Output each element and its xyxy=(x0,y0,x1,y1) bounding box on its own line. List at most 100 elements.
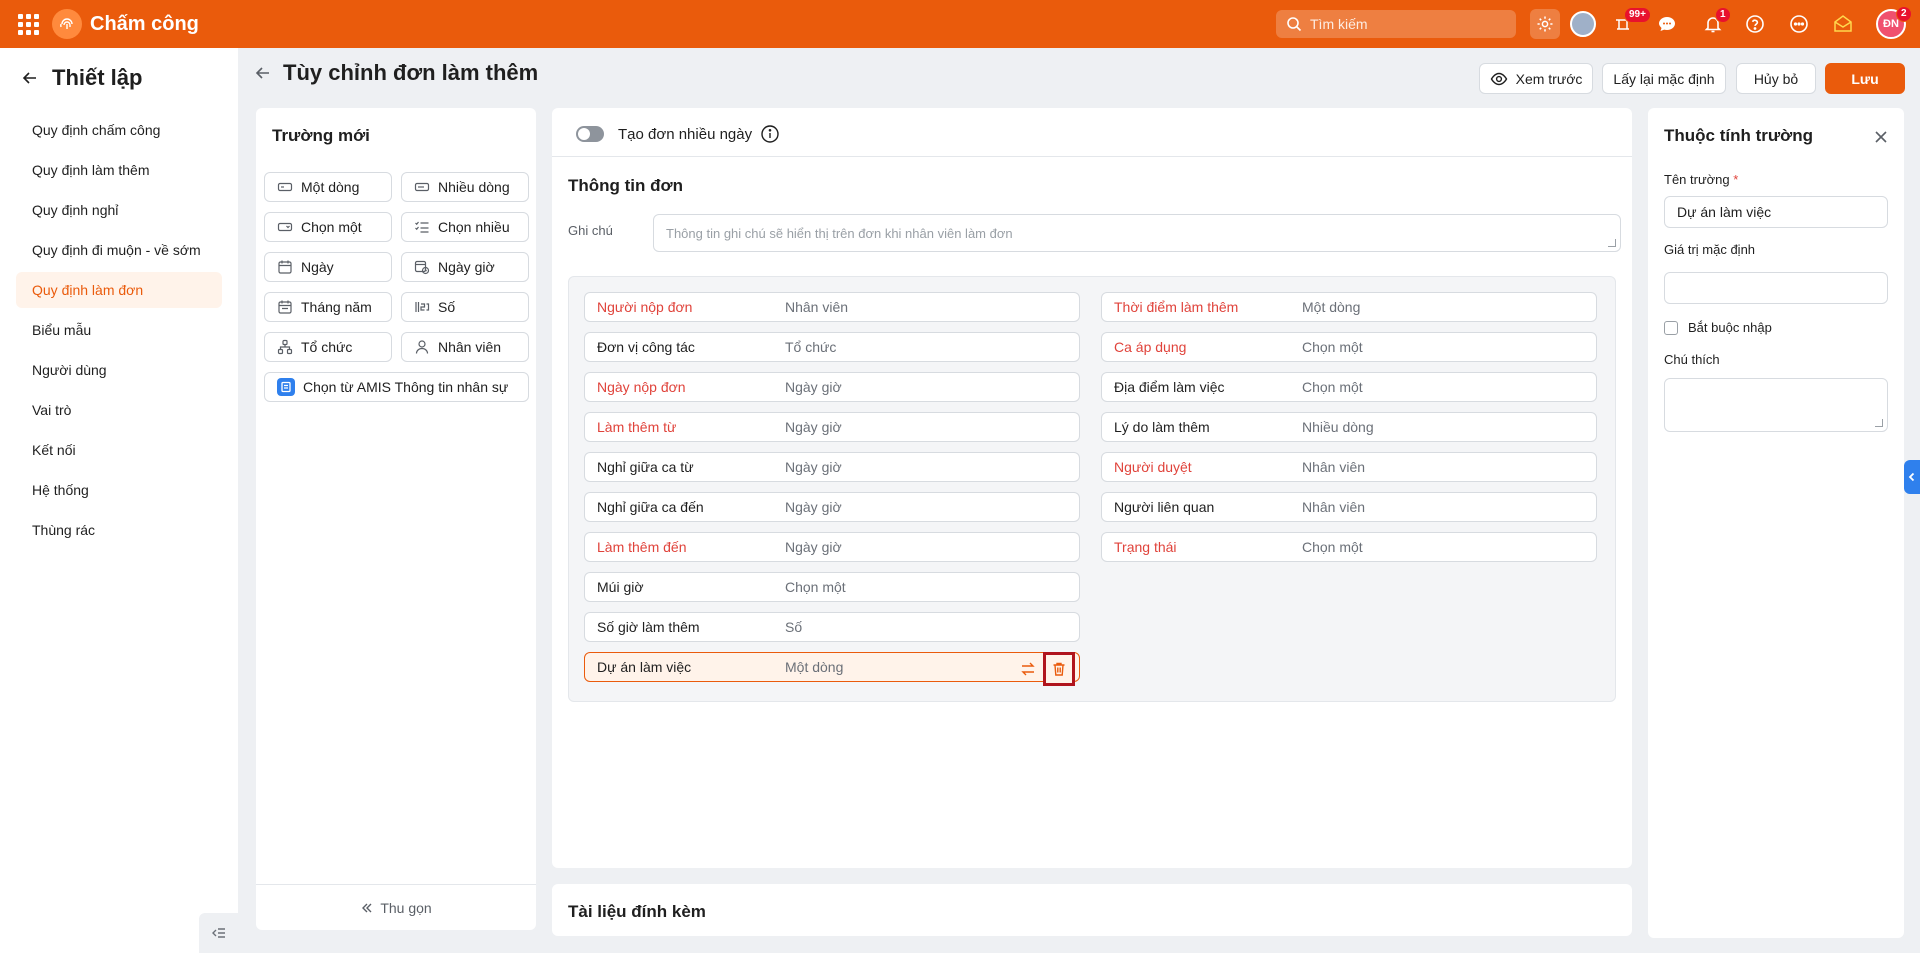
form-field-row[interactable]: Địa điểm làm việc Chọn một xyxy=(1101,372,1597,402)
form-field-row[interactable]: Múi giờ Chọn một xyxy=(584,572,1080,602)
reset-default-button[interactable]: Lấy lại mặc định xyxy=(1602,63,1726,94)
info-icon[interactable] xyxy=(760,124,780,144)
app-title[interactable]: Chấm công xyxy=(90,13,199,36)
cancel-button[interactable]: Hủy bỏ xyxy=(1736,63,1816,94)
sidebar-item[interactable]: Người dùng xyxy=(16,352,222,388)
collapse-sidebar-icon xyxy=(212,928,225,938)
form-field-row[interactable]: Nghỉ giữa ca từ Ngày giờ xyxy=(584,452,1080,482)
sidebar-item[interactable]: Quy định nghỉ xyxy=(16,192,222,228)
new-fields-title: Trường mới xyxy=(272,126,370,145)
field-type-select-one[interactable]: Chọn một xyxy=(264,212,392,242)
search-input[interactable] xyxy=(1310,16,1500,32)
field-type-employee[interactable]: Nhân viên xyxy=(401,332,529,362)
multi-day-row: Tạo đơn nhiều ngày xyxy=(576,124,780,144)
field-type-number[interactable]: Số xyxy=(401,292,529,322)
sidebar-item[interactable]: Quy định làm thêm xyxy=(16,152,222,188)
sidebar-item[interactable]: Vai trò xyxy=(16,392,222,428)
multi-day-label: Tạo đơn nhiều ngày xyxy=(618,125,753,143)
field-type: Ngày giờ xyxy=(785,459,842,475)
apps-grid-icon[interactable] xyxy=(16,12,40,36)
field-name: Làm thêm từ xyxy=(597,419,677,435)
form-field-row[interactable]: Đơn vị công tác Tổ chức xyxy=(584,332,1080,362)
multi-day-toggle[interactable] xyxy=(576,126,604,142)
sidebar-item[interactable]: Quy định đi muộn - về sớm xyxy=(16,232,222,268)
preview-button[interactable]: Xem trước xyxy=(1479,63,1593,94)
swap-icon[interactable] xyxy=(1019,660,1037,678)
field-type-amis[interactable]: Chọn từ AMIS Thông tin nhân sự xyxy=(264,372,529,402)
mandatory-checkbox-row[interactable]: Bắt buộc nhập xyxy=(1664,320,1772,335)
collapse-label: Thu gọn xyxy=(380,899,432,916)
form-field-row[interactable]: Nghỉ giữa ca đến Ngày giờ xyxy=(584,492,1080,522)
gear-icon xyxy=(1537,16,1553,32)
field-type: Ngày giờ xyxy=(785,379,842,395)
field-name-value: Dự án làm việc xyxy=(1677,204,1772,220)
eye-icon xyxy=(1490,72,1507,85)
field-type-calendar[interactable]: Ngày xyxy=(264,252,392,282)
field-type-label: Số xyxy=(438,299,456,315)
close-icon[interactable] xyxy=(1874,130,1888,144)
form-field-row[interactable]: Ca áp dụng Chọn một xyxy=(1101,332,1597,362)
save-button[interactable]: Lưu xyxy=(1825,63,1905,94)
field-name: Người nộp đơn xyxy=(597,299,693,315)
form-field-row[interactable]: Lý do làm thêm Nhiều dòng xyxy=(1101,412,1597,442)
multi-line-icon xyxy=(414,179,430,195)
sidebar-item[interactable]: Hệ thống xyxy=(16,472,222,508)
form-field-row[interactable]: Ngày nộp đơn Ngày giờ xyxy=(584,372,1080,402)
sidebar-item[interactable]: Thùng rác xyxy=(16,512,222,548)
field-type: Một dòng xyxy=(1302,299,1361,315)
form-field-row[interactable]: Dự án làm việc Một dòng xyxy=(584,652,1080,686)
more-button[interactable] xyxy=(1784,9,1814,39)
user-photo-avatar[interactable] xyxy=(1568,9,1598,39)
field-type-organization[interactable]: Tổ chức xyxy=(264,332,392,362)
delete-button[interactable] xyxy=(1043,652,1075,686)
field-name-input[interactable]: Dự án làm việc xyxy=(1664,196,1888,228)
field-type-multi-line[interactable]: Nhiều dòng xyxy=(401,172,529,202)
page-title: Tùy chỉnh đơn làm thêm xyxy=(283,60,539,85)
notification-button[interactable]: 1 xyxy=(1698,7,1731,39)
chat-icon xyxy=(1659,17,1675,31)
form-field-row[interactable]: Người duyệt Nhân viên xyxy=(1101,452,1597,482)
form-field-row[interactable]: Người liên quan Nhân viên xyxy=(1101,492,1597,522)
field-type: Tổ chức xyxy=(785,339,837,355)
sidebar-item[interactable]: Quy định làm đơn xyxy=(16,272,222,308)
default-value-label: Giá trị mặc định xyxy=(1664,242,1756,257)
field-type-label: Ngày xyxy=(301,259,334,275)
datetime-icon xyxy=(414,259,430,275)
form-field-row[interactable]: Thời điểm làm thêm Một dòng xyxy=(1101,292,1597,322)
sidebar-item[interactable]: Biểu mẫu xyxy=(16,312,222,348)
note-textarea[interactable] xyxy=(1664,378,1888,432)
form-field-row[interactable]: Trạng thái Chọn một xyxy=(1101,532,1597,562)
sidebar-item[interactable]: Kết nối xyxy=(16,432,222,468)
collapse-button[interactable]: Thu gọn xyxy=(256,884,536,930)
top-bar: Chấm công 99+ 1 ĐN 2 xyxy=(0,0,1920,48)
form-field-row[interactable]: Số giờ làm thêm Số xyxy=(584,612,1080,642)
sidebar-header: Thiết lập xyxy=(0,48,238,108)
form-field-row[interactable]: Người nộp đơn Nhân viên xyxy=(584,292,1080,322)
preview-label: Xem trước xyxy=(1515,70,1583,87)
field-type-single-line[interactable]: Một dòng xyxy=(264,172,392,202)
note-input[interactable]: Thông tin ghi chú sẽ hiển thị trên đơn k… xyxy=(653,214,1621,252)
tools-button[interactable]: 99+ xyxy=(1608,7,1651,39)
form-field-row[interactable]: Làm thêm đến Ngày giờ xyxy=(584,532,1080,562)
mandatory-checkbox[interactable] xyxy=(1664,320,1678,335)
field-name: Địa điểm làm việc xyxy=(1114,379,1225,395)
back-arrow-icon[interactable] xyxy=(22,70,38,86)
help-button[interactable] xyxy=(1740,9,1770,39)
side-drawer-tab[interactable] xyxy=(1904,460,1920,494)
properties-title: Thuộc tính trường xyxy=(1664,126,1814,145)
sidebar-collapse-button[interactable] xyxy=(199,913,239,953)
default-value-input[interactable] xyxy=(1664,272,1888,304)
search-box[interactable] xyxy=(1276,10,1516,38)
back-arrow-icon[interactable] xyxy=(255,65,271,81)
sidebar-item[interactable]: Quy định chấm công xyxy=(16,112,222,148)
field-type-month-year[interactable]: Tháng năm xyxy=(264,292,392,322)
gift-button[interactable] xyxy=(1828,9,1858,39)
field-type-select-many[interactable]: Chọn nhiều xyxy=(401,212,529,242)
chat-button[interactable] xyxy=(1652,9,1682,39)
form-field-row[interactable]: Làm thêm từ Ngày giờ xyxy=(584,412,1080,442)
field-type-datetime[interactable]: Ngày giờ xyxy=(401,252,529,282)
user-avatar[interactable]: ĐN 2 xyxy=(1876,6,1912,39)
row-actions xyxy=(1019,652,1075,686)
app-logo-icon xyxy=(52,9,82,39)
settings-button[interactable] xyxy=(1530,9,1560,39)
